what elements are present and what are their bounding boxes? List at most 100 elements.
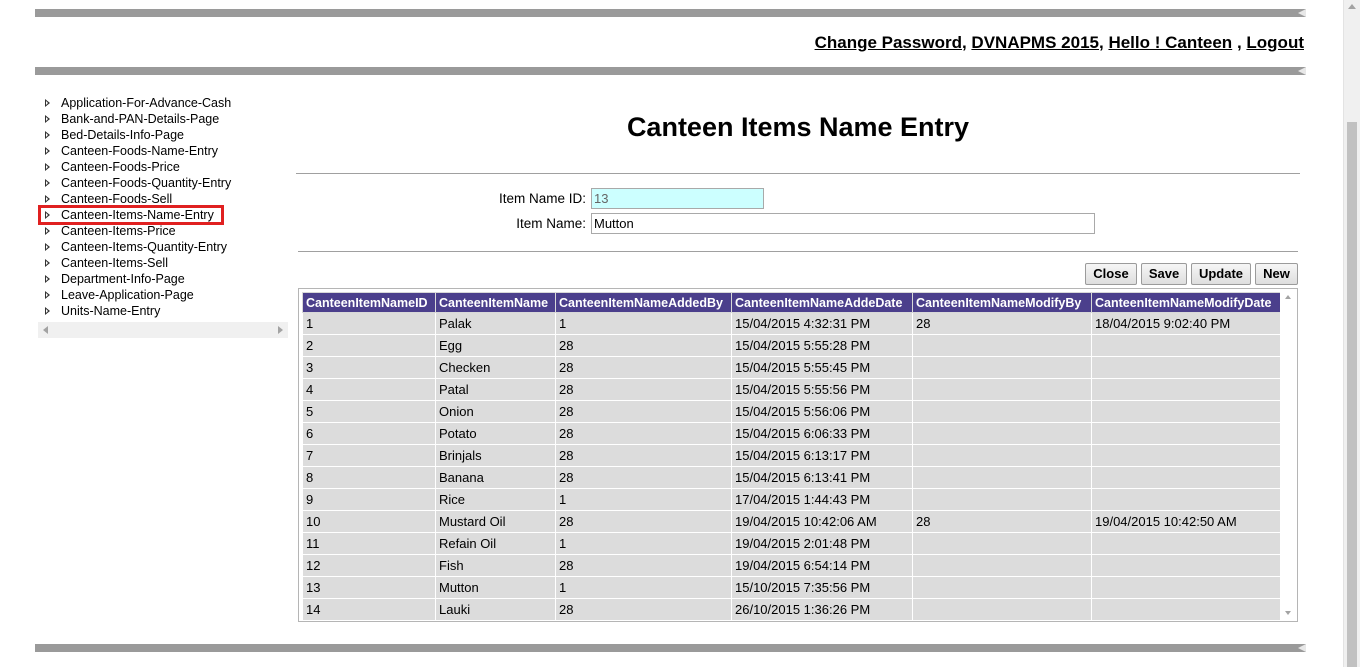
table-cell: 15/04/2015 6:13:17 PM xyxy=(731,444,913,467)
table-cell: 3 xyxy=(302,356,436,379)
table-row[interactable]: 14 Lauki 28 26/10/2015 1:36:26 PM xyxy=(302,598,1281,621)
expand-triangle-icon[interactable] xyxy=(45,99,50,107)
sidebar-item[interactable]: Leave-Application-Page xyxy=(38,287,288,303)
scroll-down-icon[interactable] xyxy=(1285,611,1291,615)
sidebar-item[interactable]: Canteen-Foods-Quantity-Entry xyxy=(38,175,288,191)
expand-triangle-icon[interactable] xyxy=(45,211,50,219)
table-cell: Potato xyxy=(435,422,556,445)
table-row[interactable]: 11 Refain Oil 1 19/04/2015 2:01:48 PM xyxy=(302,532,1281,555)
table-cell: 19/04/2015 2:01:48 PM xyxy=(731,532,913,555)
expand-triangle-icon[interactable] xyxy=(45,179,50,187)
save-button[interactable]: Save xyxy=(1141,263,1187,285)
sidebar-item[interactable]: Units-Name-Entry xyxy=(38,303,288,319)
expand-triangle-icon[interactable] xyxy=(45,291,50,299)
sidebar-item[interactable]: Department-Info-Page xyxy=(38,271,288,287)
table-cell: 28 xyxy=(555,400,732,423)
table-cell: 28 xyxy=(555,356,732,379)
header-separator: , xyxy=(961,33,967,52)
table-cell xyxy=(1091,466,1281,489)
sidebar-item[interactable]: Canteen-Foods-Sell xyxy=(38,191,288,207)
new-button[interactable]: New xyxy=(1255,263,1298,285)
table-row[interactable]: 9 Rice 1 17/04/2015 1:44:43 PM xyxy=(302,488,1281,511)
grid-column-header[interactable]: CanteenItemNameID xyxy=(302,292,436,313)
table-cell: 28 xyxy=(912,312,1092,335)
table-cell xyxy=(1091,554,1281,577)
expand-triangle-icon[interactable] xyxy=(45,243,50,251)
sidebar-item-label: Canteen-Foods-Price xyxy=(61,160,180,174)
logout-link[interactable]: Logout xyxy=(1246,33,1304,52)
table-cell xyxy=(1091,422,1281,445)
expand-triangle-icon[interactable] xyxy=(45,163,50,171)
expand-triangle-icon[interactable] xyxy=(45,275,50,283)
table-row[interactable]: 2 Egg 28 15/04/2015 5:55:28 PM xyxy=(302,334,1281,357)
table-row[interactable]: 4 Patal 28 15/04/2015 5:55:56 PM xyxy=(302,378,1281,401)
table-row[interactable]: 12 Fish 28 19/04/2015 6:54:14 PM xyxy=(302,554,1281,577)
expand-triangle-icon[interactable] xyxy=(45,115,50,123)
table-cell xyxy=(912,466,1092,489)
page-vertical-scrollbar[interactable] xyxy=(1343,0,1360,667)
sidebar-item-label: Application-For-Advance-Cash xyxy=(61,96,232,110)
table-cell: 1 xyxy=(302,312,436,335)
expand-triangle-icon[interactable] xyxy=(45,307,50,315)
sidebar-item[interactable]: Canteen-Items-Quantity-Entry xyxy=(38,239,288,255)
item-name-field[interactable] xyxy=(591,213,1095,234)
app-name-link[interactable]: DVNAPMS 2015 xyxy=(971,33,1099,52)
scroll-left-icon[interactable] xyxy=(43,326,48,334)
table-cell: 15/04/2015 6:06:33 PM xyxy=(731,422,913,445)
sidebar-horizontal-scrollbar[interactable] xyxy=(38,322,288,338)
grid-column-header[interactable]: CanteenItemName xyxy=(435,292,556,313)
table-row[interactable]: 3 Checken 28 15/04/2015 5:55:45 PM xyxy=(302,356,1281,379)
scrollbar-thumb[interactable] xyxy=(1347,122,1357,667)
scroll-right-icon[interactable] xyxy=(278,326,283,334)
table-row[interactable]: 13 Mutton 1 15/10/2015 7:35:56 PM xyxy=(302,576,1281,599)
sidebar-item[interactable]: Canteen-Items-Price xyxy=(38,223,288,239)
grid-vertical-scrollbar[interactable] xyxy=(1280,289,1297,621)
grid-column-header[interactable]: CanteenItemNameAddedBy xyxy=(555,292,732,313)
table-cell xyxy=(912,356,1092,379)
sidebar-item[interactable]: Canteen-Items-Sell xyxy=(38,255,288,271)
item-id-field[interactable] xyxy=(591,188,764,209)
update-button[interactable]: Update xyxy=(1191,263,1251,285)
table-row[interactable]: 8 Banana 28 15/04/2015 6:13:41 PM xyxy=(302,466,1281,489)
expand-triangle-icon[interactable] xyxy=(45,259,50,267)
table-cell: 28 xyxy=(555,378,732,401)
sidebar-item-label: Canteen-Foods-Sell xyxy=(61,192,173,206)
sidebar-item[interactable]: Canteen-Items-Name-Entry xyxy=(38,205,224,225)
sidebar-item[interactable]: Bed-Details-Info-Page xyxy=(38,127,288,143)
table-row[interactable]: 7 Brinjals 28 15/04/2015 6:13:17 PM xyxy=(302,444,1281,467)
table-cell xyxy=(912,334,1092,357)
table-row[interactable]: 6 Potato 28 15/04/2015 6:06:33 PM xyxy=(302,422,1281,445)
form-divider xyxy=(298,251,1298,252)
sidebar-item[interactable]: Canteen-Foods-Name-Entry xyxy=(38,143,288,159)
expand-triangle-icon[interactable] xyxy=(45,227,50,235)
table-cell xyxy=(912,400,1092,423)
sidebar-item[interactable]: Bank-and-PAN-Details-Page xyxy=(38,111,288,127)
grid-column-header[interactable]: CanteenItemNameModifyBy xyxy=(912,292,1092,313)
table-row[interactable]: 5 Onion 28 15/04/2015 5:56:06 PM xyxy=(302,400,1281,423)
table-cell xyxy=(1091,488,1281,511)
expand-triangle-icon[interactable] xyxy=(45,147,50,155)
grid-column-header[interactable]: CanteenItemNameModifyDate xyxy=(1091,292,1281,313)
table-cell: Rice xyxy=(435,488,556,511)
expand-triangle-icon[interactable] xyxy=(45,131,50,139)
scroll-up-icon[interactable] xyxy=(1348,4,1356,9)
table-cell: 19/04/2015 10:42:50 AM xyxy=(1091,510,1281,533)
greeting-link[interactable]: Hello ! Canteen xyxy=(1108,33,1232,52)
item-name-label: Item Name: xyxy=(516,216,586,231)
table-row[interactable]: 10 Mustard Oil 28 19/04/2015 10:42:06 AM 28 1… xyxy=(302,510,1281,533)
sidebar-item[interactable]: Application-For-Advance-Cash xyxy=(38,95,288,111)
expand-triangle-icon[interactable] xyxy=(45,195,50,203)
scroll-up-icon[interactable] xyxy=(1285,295,1291,299)
sidebar-item[interactable]: Canteen-Foods-Price xyxy=(38,159,288,175)
table-cell xyxy=(1091,576,1281,599)
table-cell: Egg xyxy=(435,334,556,357)
close-button[interactable]: Close xyxy=(1085,263,1137,285)
table-row[interactable]: 1 Palak 1 15/04/2015 4:32:31 PM 28 18/04/2015… xyxy=(302,312,1281,335)
title-divider xyxy=(296,173,1300,174)
change-password-link[interactable]: Change Password xyxy=(815,33,962,52)
table-cell: 7 xyxy=(302,444,436,467)
table-cell: 5 xyxy=(302,400,436,423)
header-divider-bar xyxy=(35,67,1306,75)
grid-column-header[interactable]: CanteenItemNameAddeDate xyxy=(731,292,913,313)
table-cell: Patal xyxy=(435,378,556,401)
